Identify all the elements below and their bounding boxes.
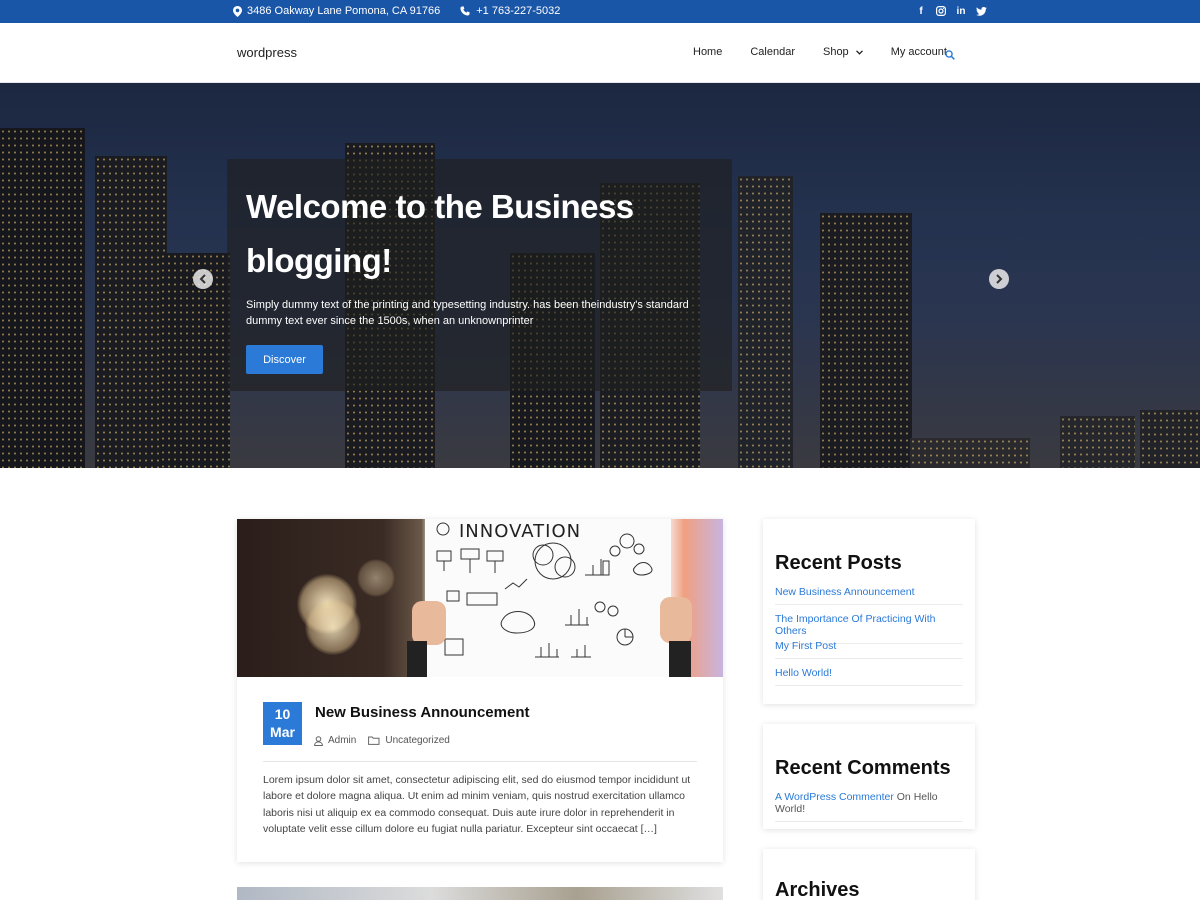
skyline-building	[820, 213, 912, 468]
post-author[interactable]: Admin	[314, 735, 356, 746]
bokeh-light	[357, 559, 395, 597]
site-header: wordpress Home Calendar Shop My account	[0, 23, 1200, 83]
recent-post-link[interactable]: Hello World!	[775, 667, 963, 686]
hero-subtitle: Simply dummy text of the printing and ty…	[246, 299, 689, 327]
recent-post-link[interactable]: My First Post	[775, 640, 963, 659]
skyline-building	[910, 438, 1030, 468]
contact-info: 3486 Oakway Lane Pomona, CA 91766 +1 763…	[233, 5, 560, 17]
slider-next-button[interactable]	[989, 269, 1009, 289]
skyline-building	[1140, 410, 1200, 468]
widget-title: Recent Comments	[775, 757, 951, 779]
skyline-building	[1060, 416, 1135, 468]
hero-title: Welcome to the Business blogging!	[246, 188, 634, 279]
address-text: 3486 Oakway Lane Pomona, CA 91766	[247, 5, 441, 17]
top-bar: 3486 Oakway Lane Pomona, CA 91766 +1 763…	[0, 0, 1200, 23]
post-date-day: 10	[274, 706, 291, 722]
skyline-building	[95, 156, 167, 468]
post-featured-image[interactable]: INNOVATION	[237, 519, 723, 677]
discover-button[interactable]: Discover	[246, 345, 323, 374]
right-hand	[660, 597, 692, 643]
post-category[interactable]: Uncategorized	[368, 735, 450, 746]
nav-item-shop[interactable]: Shop	[823, 46, 863, 58]
instagram-icon[interactable]	[935, 5, 947, 17]
chevron-down-icon	[855, 49, 863, 55]
recent-posts-widget: Recent Posts New Business Announcement T…	[763, 519, 975, 704]
comment-author-link[interactable]: A WordPress Commenter	[775, 791, 894, 803]
facebook-icon[interactable]: f	[915, 5, 927, 17]
hero-slider: Welcome to the Business blogging! Simply…	[0, 83, 1200, 468]
post-author-name: Admin	[328, 735, 357, 746]
post-excerpt: Lorem ipsum dolor sit amet, consectetur …	[263, 774, 691, 836]
nav-item-my-account[interactable]: My account	[891, 46, 947, 58]
slider-prev-button[interactable]	[193, 269, 213, 289]
left-hand	[412, 601, 446, 645]
right-sleeve	[669, 641, 691, 677]
map-pin-icon	[233, 5, 242, 17]
recent-comment: A WordPress Commenter On Hello World!	[775, 791, 963, 822]
phone-text: +1 763-227-5032	[476, 5, 561, 17]
next-post-image[interactable]	[237, 887, 723, 900]
chevron-left-icon	[199, 274, 207, 284]
chevron-right-icon	[995, 274, 1003, 284]
skyline-building	[738, 176, 793, 468]
post-title[interactable]: New Business Announcement	[315, 704, 529, 721]
archives-widget: Archives	[763, 849, 975, 900]
nav-item-home[interactable]: Home	[693, 46, 722, 58]
left-sleeve	[407, 641, 427, 677]
user-icon	[314, 735, 328, 746]
skyline-building	[0, 128, 85, 468]
post-card: INNOVATION 10 Mar New Business Announcem…	[237, 519, 723, 862]
post-date-badge: 10 Mar	[263, 702, 302, 745]
post-meta: Admin Uncategorized	[314, 735, 462, 746]
widget-title: Recent Posts	[775, 552, 902, 574]
post-divider	[263, 761, 697, 762]
main-nav: Home Calendar Shop My account	[693, 46, 975, 58]
search-icon[interactable]	[945, 47, 955, 65]
nav-item-shop-label: Shop	[822, 46, 849, 58]
widget-title: Archives	[775, 879, 860, 900]
linkedin-icon[interactable]: in	[955, 5, 967, 17]
innovation-paper: INNOVATION	[425, 519, 671, 677]
bokeh-light	[305, 599, 361, 655]
innovation-sketch-icon	[436, 522, 653, 658]
recent-comments-widget: Recent Comments A WordPress Commenter On…	[763, 724, 975, 829]
nav-item-calendar[interactable]: Calendar	[750, 46, 795, 58]
twitter-icon[interactable]	[975, 5, 987, 17]
recent-post-link[interactable]: New Business Announcement	[775, 586, 963, 605]
site-brand[interactable]: wordpress	[237, 45, 297, 60]
comment-on-text: On	[893, 791, 914, 803]
phone-icon	[460, 6, 470, 16]
folder-icon	[368, 736, 385, 745]
post-category-name: Uncategorized	[385, 735, 450, 746]
post-date-month: Mar	[270, 724, 295, 740]
social-links: f in	[915, 5, 987, 17]
